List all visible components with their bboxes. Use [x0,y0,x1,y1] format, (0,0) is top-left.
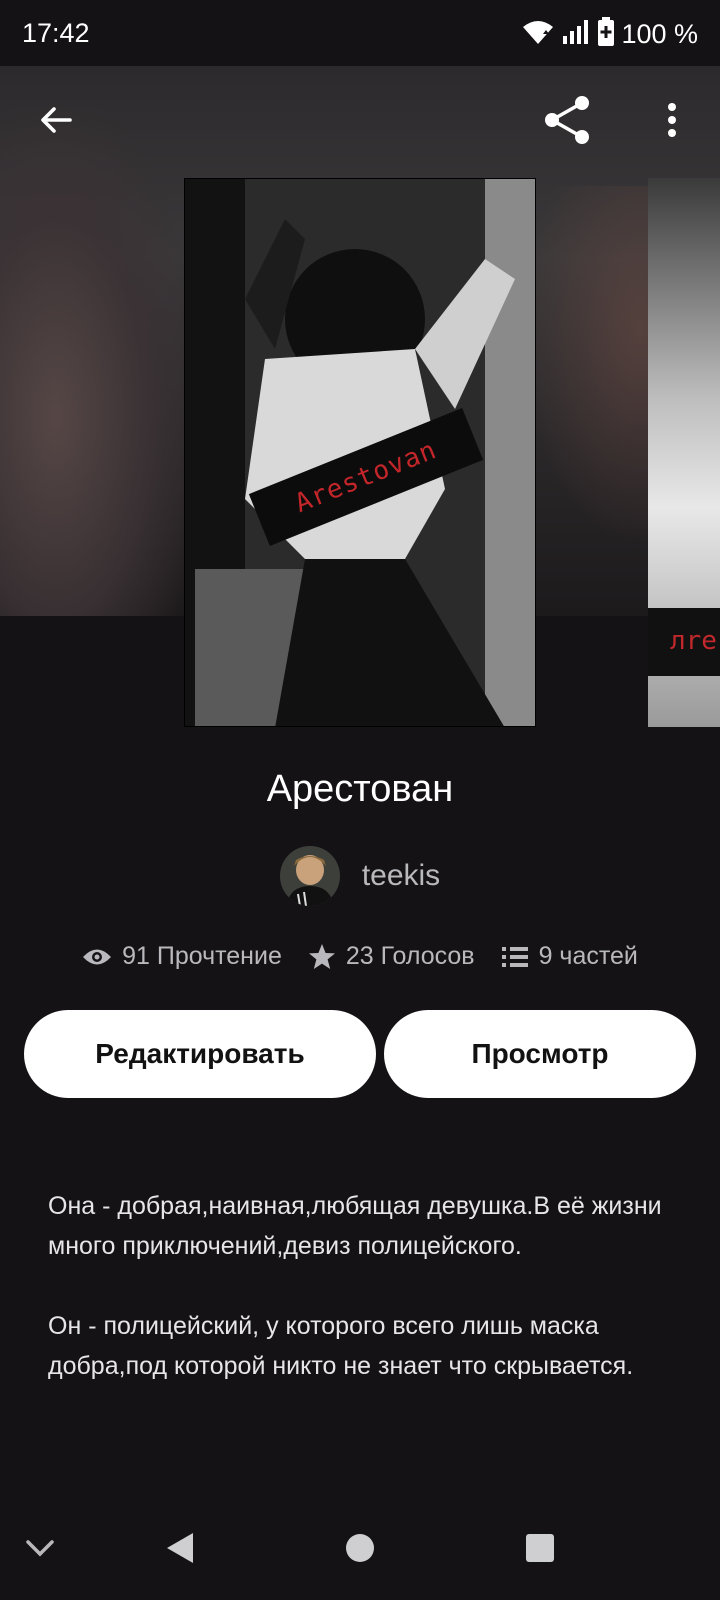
nav-back-button[interactable] [156,1526,204,1574]
battery-icon [597,16,615,52]
share-icon [542,94,594,151]
parts-count: 9 частей [538,942,638,970]
status-bar: 17:42 100 % [0,0,720,66]
votes-count: 23 Голосов [345,942,475,970]
more-options-button[interactable] [644,94,700,150]
back-triangle-icon [165,1531,195,1570]
chevron-down-icon [24,1538,56,1563]
avatar[interactable] [279,846,340,906]
status-time: 17:42 [22,18,90,48]
system-nav-bar [0,1500,720,1600]
back-button[interactable] [28,94,84,150]
next-cover-text: лre [670,626,717,656]
story-description: Она - добрая,наивная,любящая девушка.В е… [48,1186,668,1426]
story-title: Арестован [266,768,454,810]
story-cover[interactable]: Arestovan [184,178,536,727]
story-stats: 91 Прочтение 23 Голосов 9 частей [0,942,720,971]
next-story-cover[interactable]: лre [648,178,720,727]
author-name[interactable]: teekis [362,859,440,893]
author-row[interactable]: teekis [0,846,720,906]
reads-stat: 91 Прочтение [82,942,282,971]
description-paragraph: Он - полицейский, у которого всего лишь … [48,1312,634,1380]
home-circle-icon [345,1533,375,1568]
more-vert-icon [666,102,678,143]
edit-button[interactable]: Редактировать [24,1010,376,1098]
avatar-image [279,846,340,906]
cell-signal-icon [561,18,591,51]
collapse-button[interactable] [16,1526,64,1574]
status-icons: 100 % [521,16,698,52]
nav-home-button[interactable] [336,1526,384,1574]
recents-square-icon [525,1533,555,1568]
eye-icon [82,946,112,968]
view-button[interactable]: Просмотр [384,1010,696,1098]
wifi-icon [521,18,555,51]
battery-percent: 100 % [621,18,698,49]
description-paragraph: Она - добрая,наивная,любящая девушка.В е… [48,1192,662,1260]
nav-recents-button[interactable] [516,1526,564,1574]
back-arrow-icon [36,100,76,145]
top-app-bar [0,66,720,176]
hero-blur [0,106,200,616]
parts-stat: 9 частей [501,942,638,971]
list-icon [501,945,529,969]
votes-stat: 23 Голосов [308,942,475,971]
share-button[interactable] [540,94,596,150]
reads-count: 91 Прочтение [122,942,282,970]
star-icon [308,943,336,971]
